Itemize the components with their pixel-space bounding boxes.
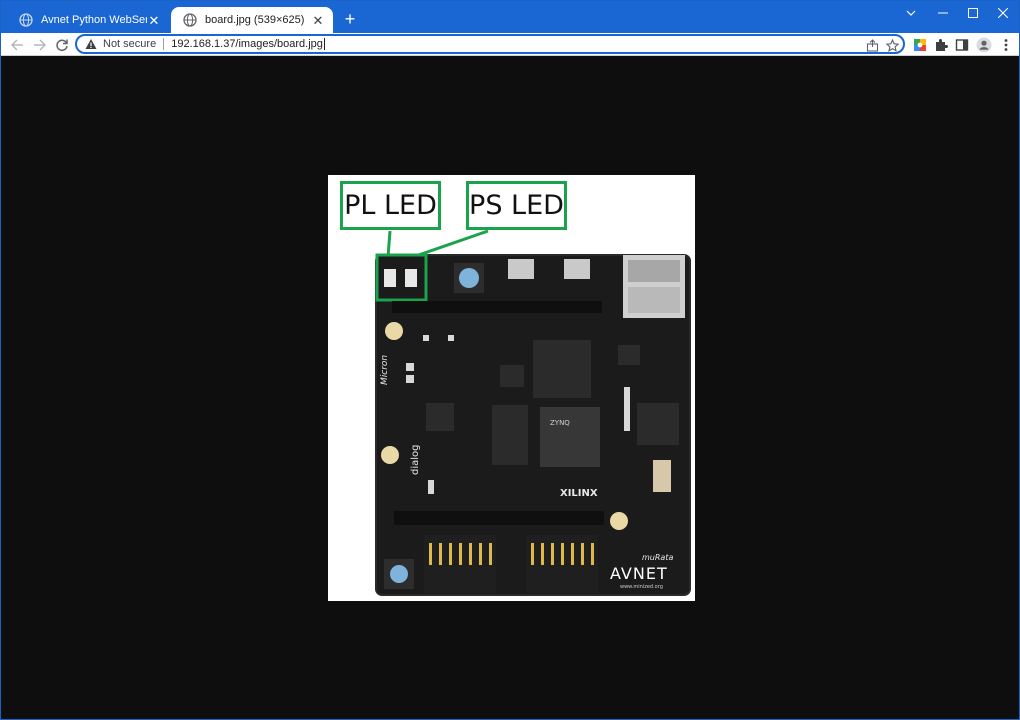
- text-caret: [323, 38, 325, 50]
- reload-icon: [56, 39, 68, 52]
- back-button[interactable]: [8, 36, 26, 54]
- board-label-xilinx: XILINX: [560, 488, 598, 499]
- board-label-avnet: AVNET: [610, 564, 668, 583]
- profile-avatar-icon[interactable]: [976, 37, 992, 53]
- close-icon[interactable]: ✕: [147, 13, 161, 27]
- side-panel-icon[interactable]: [954, 37, 970, 53]
- board-label-zynq: ZYNQ: [550, 419, 570, 427]
- security-label[interactable]: Not secure: [103, 38, 156, 50]
- board-label-website: www.minized.org: [620, 584, 663, 590]
- board-label-dialog: dialog: [410, 444, 421, 476]
- forward-arrow-icon: [34, 39, 46, 51]
- globe-icon: [19, 13, 33, 27]
- bookmark-star-icon[interactable]: [885, 38, 899, 52]
- warning-icon: [85, 39, 97, 49]
- page-viewport: PL LED PS LED ZYNQ Micron dialog XILINX …: [1, 56, 1019, 719]
- browser-window: Avnet Python WebServer Demo ✕ board.jpg …: [0, 0, 1020, 720]
- board-label-murata: muRata: [642, 553, 674, 562]
- browser-toolbar: Not secure 192.168.1.37/images/board.jpg: [1, 33, 1019, 56]
- globe-icon: [183, 13, 197, 27]
- board-label-micron: Micron: [380, 354, 390, 385]
- tab-avnet-demo[interactable]: Avnet Python WebServer Demo ✕: [7, 7, 169, 33]
- extension-colorful-icon[interactable]: [912, 37, 928, 53]
- forward-button[interactable]: [31, 36, 49, 54]
- tab-strip: Avnet Python WebServer Demo ✕ board.jpg …: [1, 1, 1019, 33]
- tab-title: board.jpg (539×625): [205, 14, 305, 26]
- tab-title: Avnet Python WebServer Demo: [41, 14, 147, 26]
- tab-board-image[interactable]: board.jpg (539×625) ✕: [171, 7, 333, 33]
- url-text[interactable]: 192.168.1.37/images/board.jpg: [171, 38, 323, 50]
- board-illustration: [375, 229, 691, 596]
- share-icon[interactable]: [865, 38, 879, 52]
- menu-kebab-icon[interactable]: [998, 37, 1014, 53]
- close-icon[interactable]: ✕: [311, 13, 325, 27]
- close-window-button[interactable]: [991, 5, 1015, 21]
- minimize-button[interactable]: [931, 5, 955, 21]
- new-tab-button[interactable]: +: [341, 10, 359, 28]
- back-arrow-icon: [11, 39, 23, 51]
- address-separator: [163, 38, 165, 50]
- board-image: PL LED PS LED ZYNQ Micron dialog XILINX …: [328, 175, 695, 601]
- address-bar[interactable]: Not secure 192.168.1.37/images/board.jpg: [75, 34, 905, 54]
- extensions-puzzle-icon[interactable]: [933, 37, 949, 53]
- reload-button[interactable]: [53, 36, 71, 54]
- maximize-button[interactable]: [961, 5, 985, 21]
- tab-search-icon[interactable]: [899, 5, 923, 21]
